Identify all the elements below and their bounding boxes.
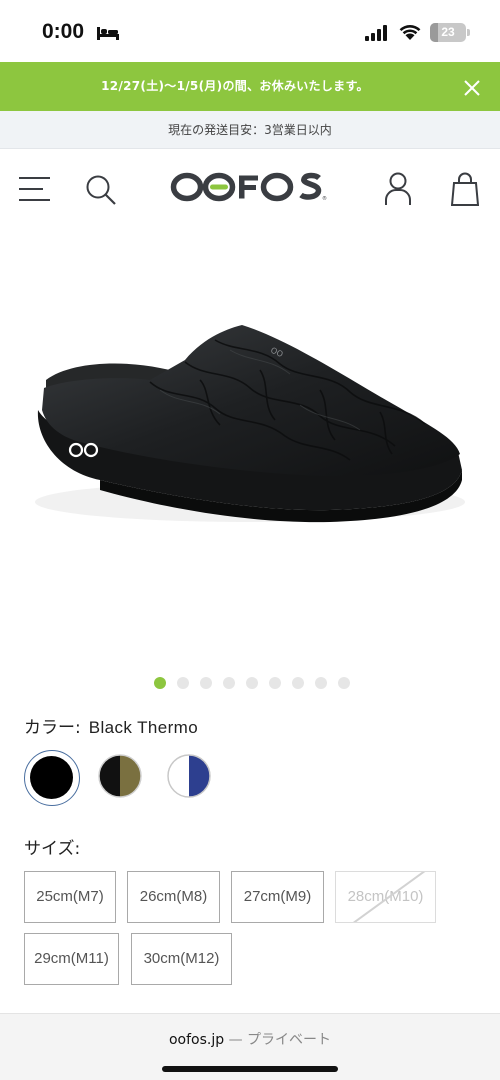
search-icon[interactable] bbox=[85, 174, 117, 206]
carousel-dot[interactable] bbox=[199, 677, 212, 689]
private-mode-label: プライベート bbox=[247, 1032, 332, 1048]
size-option-25cm[interactable]: 25cm(M7) bbox=[24, 871, 116, 923]
color-selector-label: カラー: Black Thermo bbox=[24, 713, 198, 738]
wifi-icon bbox=[399, 25, 421, 40]
size-option-label: 28cm(M10) bbox=[347, 888, 424, 905]
battery-level: 23 bbox=[441, 25, 455, 39]
account-icon[interactable] bbox=[384, 172, 412, 206]
color-swatch-white-navy[interactable] bbox=[163, 750, 219, 806]
carousel-dot[interactable] bbox=[222, 677, 235, 689]
size-option-30cm[interactable]: 30cm(M12) bbox=[131, 933, 232, 985]
color-value: Black Thermo bbox=[88, 718, 199, 737]
product-image[interactable]: OO bbox=[0, 240, 500, 660]
browser-address-bar[interactable]: oofos.jp — プライベート bbox=[0, 1013, 500, 1080]
carousel-dot[interactable] bbox=[245, 677, 258, 689]
size-option-27cm[interactable]: 27cm(M9) bbox=[231, 871, 324, 923]
color-label: カラー: bbox=[24, 718, 81, 738]
battery-icon: 23 bbox=[430, 23, 466, 42]
size-option-28cm-soldout[interactable]: 28cm(M10) bbox=[335, 871, 436, 923]
color-swatch-black-olive[interactable] bbox=[94, 750, 150, 806]
site-header: ® bbox=[0, 150, 500, 230]
announcement-bar: 12/27(土)〜1/5(月)の間、お休みいたします。 bbox=[0, 62, 500, 111]
oofos-logo[interactable]: ® bbox=[170, 170, 330, 204]
cart-bag-icon[interactable] bbox=[451, 172, 479, 206]
cellular-signal-icon bbox=[365, 25, 387, 41]
status-bar: 0:00 23 bbox=[0, 0, 500, 62]
carousel-dot[interactable] bbox=[268, 677, 281, 689]
home-indicator[interactable] bbox=[162, 1066, 338, 1072]
carousel-dots bbox=[0, 677, 500, 689]
carousel-dot[interactable] bbox=[337, 677, 350, 689]
carousel-dot[interactable] bbox=[314, 677, 327, 689]
svg-text:®: ® bbox=[322, 195, 327, 202]
carousel-dot[interactable] bbox=[291, 677, 304, 689]
menu-icon[interactable] bbox=[18, 176, 51, 202]
url-domain: oofos.jp bbox=[168, 1032, 225, 1048]
carousel-dot[interactable] bbox=[153, 677, 166, 689]
carousel-dot[interactable] bbox=[176, 677, 189, 689]
shipping-estimate-bar: 現在の発送目安：3営業日以内 bbox=[0, 111, 500, 149]
size-option-26cm[interactable]: 26cm(M8) bbox=[127, 871, 220, 923]
bed-icon bbox=[97, 27, 119, 40]
shipping-estimate-text: 現在の発送目安：3営業日以内 bbox=[168, 123, 332, 137]
url-display[interactable]: oofos.jp — プライベート bbox=[0, 1029, 500, 1049]
close-icon[interactable] bbox=[461, 77, 483, 99]
status-time: 0:00 bbox=[42, 20, 85, 43]
battery-tip bbox=[467, 29, 470, 36]
size-option-29cm[interactable]: 29cm(M11) bbox=[24, 933, 119, 985]
url-separator: — bbox=[228, 1032, 243, 1048]
size-label: サイズ: bbox=[24, 839, 81, 859]
color-swatch-black[interactable] bbox=[24, 750, 80, 806]
announcement-text: 12/27(土)〜1/5(月)の間、お休みいたします。 bbox=[101, 79, 369, 93]
